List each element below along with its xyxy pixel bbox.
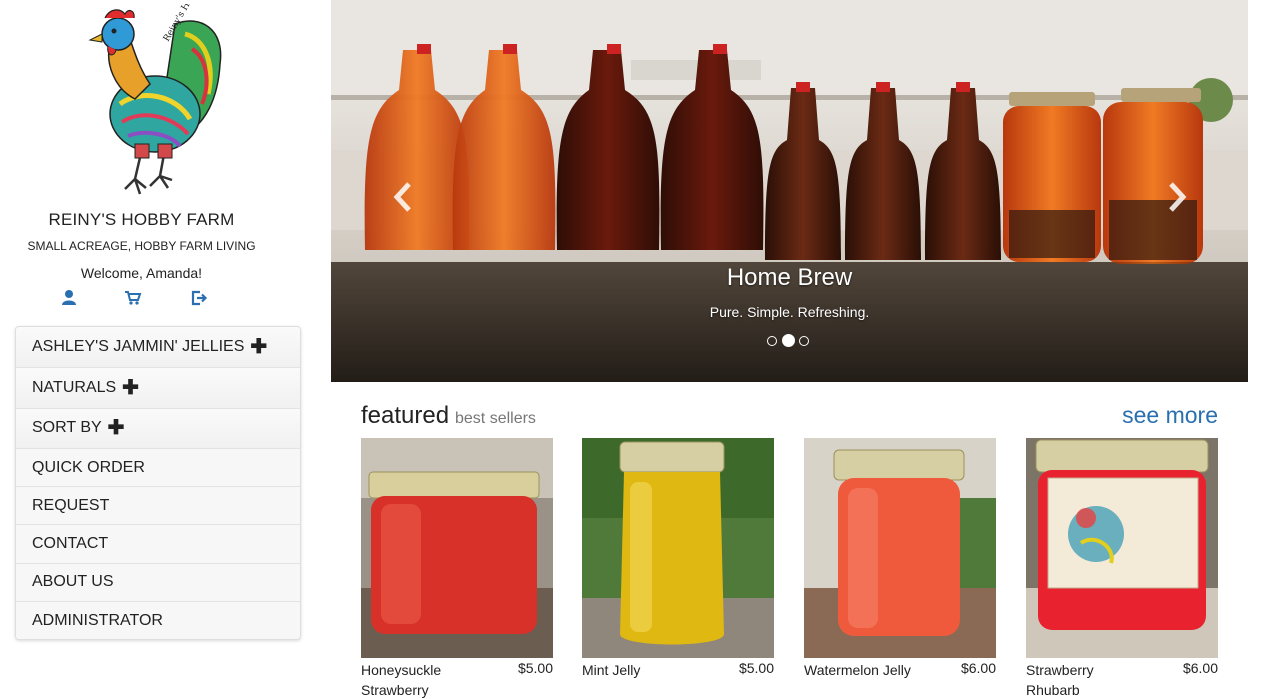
hero-carousel[interactable]: Home Brew Pure. Simple. Refreshing. [331, 0, 1248, 382]
see-more-link[interactable]: see more [1122, 402, 1218, 429]
site-title[interactable]: REINY'S HOBBY FARM [0, 210, 283, 230]
product-card-mint-jelly[interactable]: Mint Jelly $5.00 [582, 438, 774, 699]
welcome-message: Welcome, Amanda! [80, 265, 203, 281]
menu-item-ashleys-jammin-jellies[interactable]: ASHLEY'S JAMMIN' JELLIES ✚ [16, 327, 300, 368]
carousel-prev-arrow[interactable] [389, 180, 419, 214]
menu-item-administrator[interactable]: ADMINISTRATOR [16, 601, 300, 640]
product-price: $5.00 [517, 660, 553, 676]
featured-subtitle: best sellers [455, 410, 536, 427]
carousel-next-arrow[interactable] [1161, 180, 1191, 214]
logout-icon[interactable] [189, 288, 209, 308]
rooster-logo[interactable]: Reiny's Hobby Farm [80, 4, 230, 200]
sidebar-menu: ASHLEY'S JAMMIN' JELLIES ✚ NATURALS ✚ SO… [15, 326, 301, 641]
product-image [361, 438, 553, 658]
carousel-caption-subtitle: Pure. Simple. Refreshing. [709, 304, 870, 320]
carousel-indicator-3[interactable] [799, 336, 809, 346]
menu-item-label: ABOUT US [32, 573, 114, 591]
product-price: $6.00 [1182, 660, 1218, 676]
product-image [582, 438, 774, 658]
carousel-caption-title: Home Brew [726, 264, 853, 291]
menu-item-label: NATURALS [32, 378, 117, 396]
menu-item-label: SORT BY [32, 419, 102, 437]
user-icon[interactable] [59, 288, 79, 308]
menu-item-label: REQUEST [32, 496, 110, 514]
carousel-indicators [767, 334, 817, 348]
product-card-strawberry-rhubarb[interactable]: Strawberry Rhubarb $6.00 [1026, 438, 1218, 699]
product-price: $5.00 [738, 660, 774, 676]
menu-item-label: QUICK ORDER [32, 458, 145, 476]
menu-item-request[interactable]: REQUEST [16, 486, 300, 525]
product-image [1026, 438, 1218, 658]
carousel-slide-image [331, 0, 1248, 382]
featured-title: featured [361, 402, 450, 429]
featured-header: featured best sellers see more [361, 400, 1218, 432]
menu-item-naturals[interactable]: NATURALS ✚ [16, 367, 300, 408]
product-price: $6.00 [960, 660, 996, 676]
carousel-indicator-2[interactable] [782, 334, 795, 347]
menu-item-contact[interactable]: CONTACT [16, 524, 300, 563]
product-name[interactable]: Strawberry Rhubarb [1026, 660, 1146, 699]
menu-item-quick-order[interactable]: QUICK ORDER [16, 447, 300, 487]
sidebar: Reiny's Hobby Farm REINY'S HOBBY FARM SM… [0, 0, 316, 699]
plus-icon: ✚ [250, 336, 268, 359]
product-image [804, 438, 996, 658]
plus-icon: ✚ [122, 376, 139, 399]
menu-item-label: CONTACT [32, 535, 109, 553]
shopping-cart-icon[interactable] [123, 288, 143, 308]
product-name[interactable]: Watermelon Jelly [804, 660, 924, 680]
menu-item-label: ADMINISTRATOR [32, 611, 163, 629]
menu-item-about-us[interactable]: ABOUT US [16, 562, 300, 602]
page: Reiny's Hobby Farm REINY'S HOBBY FARM SM… [0, 0, 1263, 699]
site-tagline: SMALL ACREAGE, HOBBY FARM LIVING [27, 239, 256, 253]
menu-item-label: ASHLEY'S JAMMIN' JELLIES [32, 338, 245, 356]
product-name[interactable]: Mint Jelly [582, 660, 702, 680]
user-icon-bar [55, 288, 225, 310]
product-card-watermelon-jelly[interactable]: Watermelon Jelly $6.00 [804, 438, 996, 699]
plus-icon: ✚ [107, 417, 125, 440]
menu-item-sort-by[interactable]: SORT BY ✚ [16, 407, 300, 448]
product-name[interactable]: Honeysuckle Strawberry [361, 660, 481, 699]
carousel-indicator-1[interactable] [767, 336, 777, 346]
product-card-honeysuckle-strawberry[interactable]: Honeysuckle Strawberry $5.00 [361, 438, 553, 699]
